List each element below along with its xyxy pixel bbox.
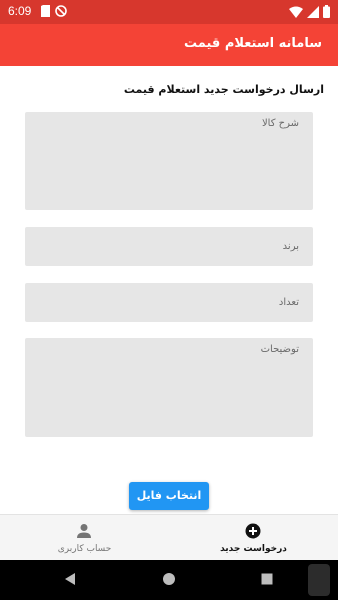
recents-icon[interactable] xyxy=(260,572,274,586)
nav-label-account: حساب کاربری xyxy=(57,544,112,554)
sim-card-icon xyxy=(41,5,50,17)
brand-placeholder: برند xyxy=(282,241,299,252)
back-icon[interactable] xyxy=(63,572,77,586)
request-form: ارسال درخواست جدید استعلام قیمت شرح کالا… xyxy=(0,66,338,514)
store-watermark-icon xyxy=(308,564,330,596)
notes-field[interactable]: توضیحات xyxy=(25,338,313,437)
do-not-disturb-icon xyxy=(55,5,67,17)
quantity-field[interactable]: تعداد xyxy=(25,283,313,322)
nav-item-account[interactable]: حساب کاربری xyxy=(0,515,169,561)
product-description-placeholder: شرح کالا xyxy=(261,118,299,129)
nav-label-new-request: درخواست جدید xyxy=(220,544,287,554)
app-title: سامانه استعلام قیمت xyxy=(184,36,322,51)
notes-placeholder: توضیحات xyxy=(260,344,299,355)
quantity-placeholder: تعداد xyxy=(278,297,299,308)
person-icon xyxy=(77,524,91,538)
wifi-icon xyxy=(289,6,303,18)
form-section-title: ارسال درخواست جدید استعلام قیمت xyxy=(123,83,324,96)
bottom-navigation: حساب کاربری درخواست جدید xyxy=(0,514,338,560)
brand-field[interactable]: برند xyxy=(25,227,313,266)
battery-icon xyxy=(323,5,330,18)
status-time: 6:09 xyxy=(8,4,32,18)
signal-icon xyxy=(307,5,319,18)
nav-item-new-request[interactable]: درخواست جدید xyxy=(169,515,338,561)
status-bar: 6:09 xyxy=(0,0,338,24)
choose-file-button[interactable]: انتخاب فایل xyxy=(129,482,209,510)
home-icon[interactable] xyxy=(162,572,176,586)
system-navigation-bar xyxy=(0,560,338,600)
add-circle-icon xyxy=(245,523,261,539)
product-description-field[interactable]: شرح کالا xyxy=(25,112,313,210)
app-bar: سامانه استعلام قیمت xyxy=(0,24,338,66)
